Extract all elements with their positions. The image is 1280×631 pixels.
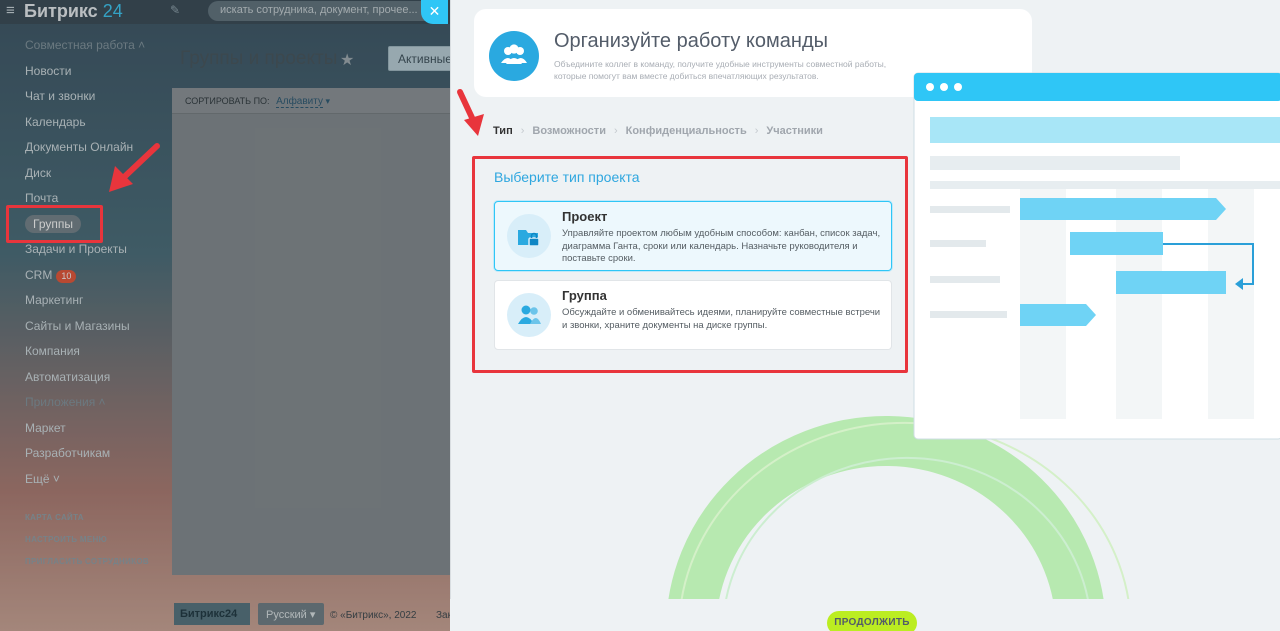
dim-overlay [0,0,452,631]
chevron-right-icon: › [613,125,618,137]
step-features[interactable]: Возможности [532,125,606,137]
arrow-to-steps-icon [457,89,484,136]
background-page: ≡ Битрикс 24 ✎ искать сотрудника, докуме… [0,0,452,631]
highlight-project-types [472,156,908,373]
step-members[interactable]: Участники [766,125,823,137]
close-icon[interactable]: ✕ [421,0,448,24]
chevron-right-icon: › [520,125,525,137]
step-type[interactable]: Тип [493,125,513,137]
arrow-to-groups-icon [109,143,160,192]
chevron-right-icon: › [754,125,759,137]
continue-button[interactable]: ПРОДОЛЖИТЬ [827,611,917,631]
wizard-steps: Тип › Возможности › Конфиденциальность › Участ… [493,125,823,137]
step-privacy[interactable]: Конфиденциальность [626,125,747,137]
highlight-groups [6,205,103,243]
